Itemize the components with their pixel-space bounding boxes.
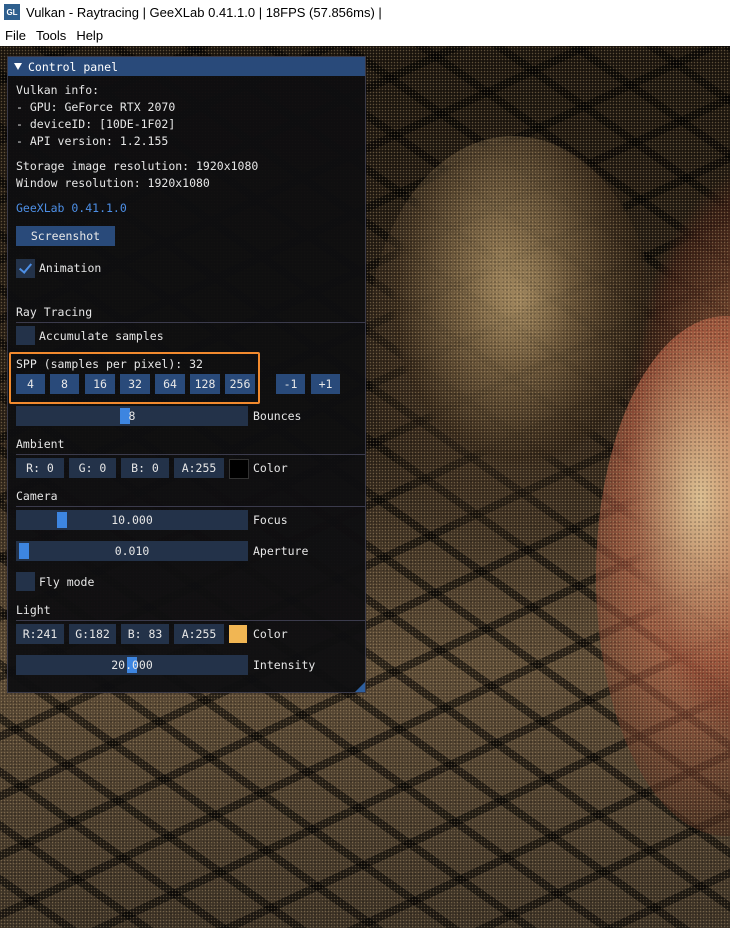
version-link[interactable]: GeeXLab 0.41.1.0 xyxy=(16,201,127,215)
ambient-a-field[interactable]: A:255 xyxy=(174,458,224,478)
vulkan-info-label: Vulkan info: xyxy=(16,83,100,97)
focus-slider[interactable]: 10.000 xyxy=(16,510,248,530)
title-bar: GL Vulkan - Raytracing | GeeXLab 0.41.1.… xyxy=(0,0,730,24)
accumulate-checkbox[interactable] xyxy=(16,326,35,345)
panel-header[interactable]: Control panel xyxy=(8,57,365,76)
light-b-field[interactable]: B: 83 xyxy=(121,624,169,644)
screenshot-button[interactable]: Screenshot xyxy=(16,226,115,246)
api-version-info: - API version: 1.2.155 xyxy=(16,134,169,148)
ray-tracing-separator xyxy=(16,322,365,323)
light-r-field[interactable]: R:241 xyxy=(16,624,64,644)
resize-grip[interactable] xyxy=(355,682,365,692)
camera-header: Camera xyxy=(16,489,58,503)
ambient-g-field[interactable]: G: 0 xyxy=(69,458,116,478)
ambient-b-field[interactable]: B: 0 xyxy=(121,458,169,478)
aperture-value: 0.010 xyxy=(114,544,150,558)
animation-label: Animation xyxy=(39,261,102,275)
bounces-slider[interactable]: 8 xyxy=(16,406,248,426)
animation-checkbox[interactable] xyxy=(16,259,35,278)
focus-value: 10.000 xyxy=(111,513,153,527)
light-g-field[interactable]: G:182 xyxy=(69,624,116,644)
window-resolution: Window resolution: 1920x1080 xyxy=(16,176,210,190)
app-icon: GL xyxy=(4,4,20,20)
menu-tools[interactable]: Tools xyxy=(31,28,71,43)
panel-title: Control panel xyxy=(28,59,119,74)
ambient-color-label: Color xyxy=(253,461,288,475)
intensity-slider[interactable]: 20.000 xyxy=(16,655,248,675)
focus-label: Focus xyxy=(253,513,288,527)
device-id-info: - deviceID: [10DE-1F02] xyxy=(16,117,176,131)
window-title: Vulkan - Raytracing | GeeXLab 0.41.1.0 |… xyxy=(26,4,382,20)
light-a-field[interactable]: A:255 xyxy=(174,624,224,644)
aperture-slider-grab[interactable] xyxy=(19,543,29,559)
aperture-label: Aperture xyxy=(253,544,309,558)
bounces-label: Bounces xyxy=(253,409,302,423)
storage-resolution: Storage image resolution: 1920x1080 xyxy=(16,159,259,173)
intensity-value: 20.000 xyxy=(111,658,153,672)
ray-tracing-header: Ray Tracing xyxy=(16,305,93,319)
light-color-label: Color xyxy=(253,627,288,641)
control-panel: Control panel Vulkan info: - GPU: GeForc… xyxy=(7,56,366,693)
ambient-color-swatch[interactable] xyxy=(229,459,249,479)
menu-help[interactable]: Help xyxy=(71,28,108,43)
light-header: Light xyxy=(16,603,51,617)
spp-increment-button[interactable]: +1 xyxy=(311,374,340,394)
spp-decrement-button[interactable]: -1 xyxy=(276,374,305,394)
bounces-value: 8 xyxy=(128,409,136,423)
accumulate-label: Accumulate samples xyxy=(39,329,164,343)
fly-mode-checkbox[interactable] xyxy=(16,572,35,591)
menu-file[interactable]: File xyxy=(0,28,31,43)
light-color-swatch[interactable] xyxy=(229,625,247,643)
intensity-label: Intensity xyxy=(253,658,316,672)
ambient-header: Ambient xyxy=(16,437,65,451)
spp-highlight-box xyxy=(9,352,260,404)
gpu-info: - GPU: GeForce RTX 2070 xyxy=(16,100,176,114)
ambient-separator xyxy=(16,454,365,455)
menu-bar: File Tools Help xyxy=(0,24,730,46)
ambient-r-field[interactable]: R: 0 xyxy=(16,458,64,478)
aperture-slider[interactable]: 0.010 xyxy=(16,541,248,561)
focus-slider-grab[interactable] xyxy=(57,512,67,528)
light-separator xyxy=(16,620,365,621)
camera-separator xyxy=(16,506,365,507)
collapse-arrow-icon[interactable] xyxy=(14,63,22,70)
fly-mode-label: Fly mode xyxy=(39,575,95,589)
